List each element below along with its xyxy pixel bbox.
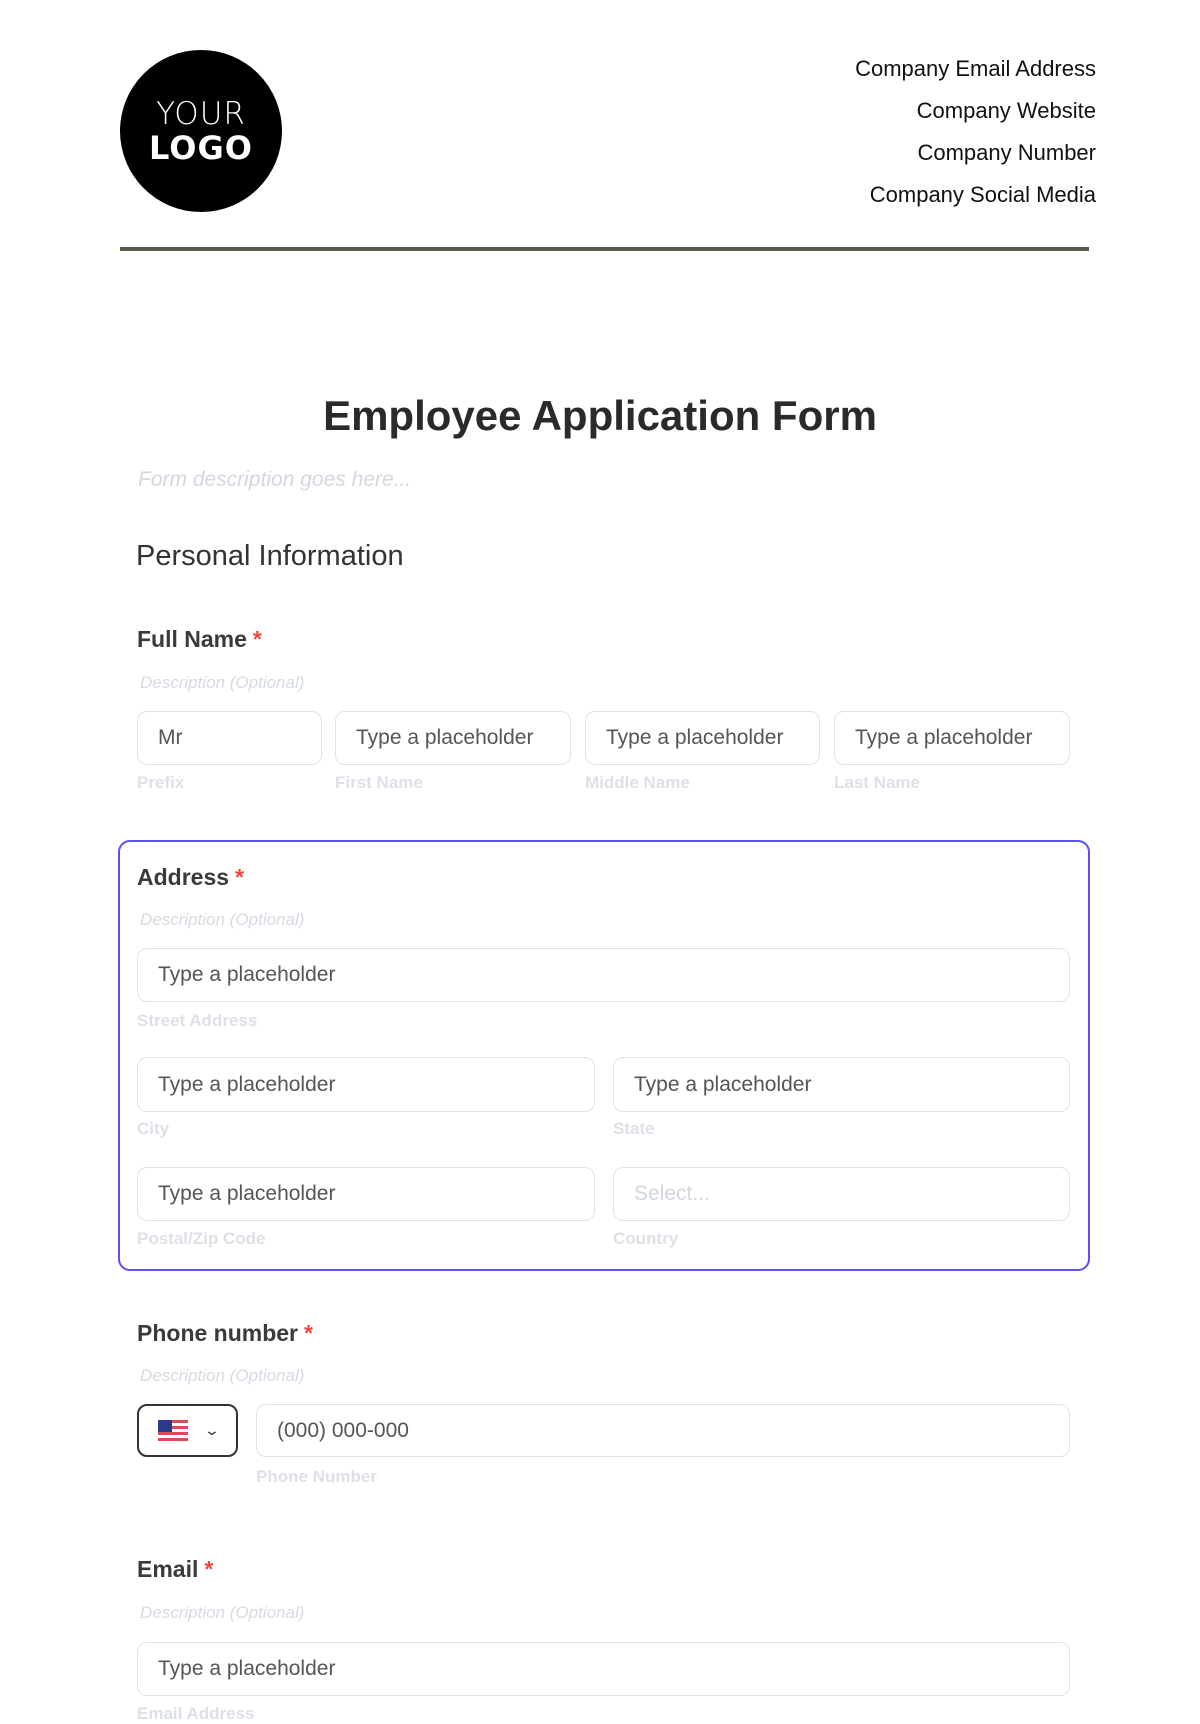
email-sublabel: Email Address bbox=[137, 1704, 255, 1723]
required-marker: * bbox=[252, 626, 262, 652]
country-select[interactable]: Select... bbox=[613, 1167, 1070, 1221]
full-name-description: Description (Optional) bbox=[140, 673, 305, 692]
first-name-input[interactable]: Type a placeholder bbox=[335, 711, 571, 765]
postal-code-sublabel: Postal/Zip Code bbox=[137, 1229, 266, 1248]
middle-name-sublabel: Middle Name bbox=[585, 773, 690, 792]
prefix-sublabel: Prefix bbox=[137, 773, 185, 792]
email-description: Description (Optional) bbox=[140, 1603, 305, 1622]
first-name-sublabel: First Name bbox=[335, 773, 423, 792]
phone-number-sublabel: Phone Number bbox=[256, 1467, 377, 1486]
last-name-input[interactable]: Type a placeholder bbox=[834, 711, 1070, 765]
form-description[interactable]: Form description goes here... bbox=[138, 468, 411, 492]
street-address-sublabel: Street Address bbox=[137, 1011, 258, 1030]
middle-name-input[interactable]: Type a placeholder bbox=[585, 711, 820, 765]
prefix-input[interactable]: Mr bbox=[137, 711, 322, 765]
company-logo: YOUR LOGO bbox=[120, 50, 282, 212]
country-code-dropdown[interactable]: ⌄ bbox=[137, 1404, 238, 1457]
state-sublabel: State bbox=[613, 1119, 655, 1138]
us-flag-icon bbox=[157, 1419, 188, 1442]
company-email: Company Email Address bbox=[855, 56, 1096, 81]
city-sublabel: City bbox=[137, 1119, 170, 1138]
logo-line2: LOGO bbox=[149, 128, 253, 167]
street-address-input[interactable]: Type a placeholder bbox=[137, 948, 1070, 1002]
company-number: Company Number bbox=[917, 140, 1096, 165]
phone-label: Phone number * bbox=[137, 1320, 313, 1347]
form-title: Employee Application Form bbox=[323, 392, 877, 439]
section-title: Personal Information bbox=[136, 540, 404, 572]
address-label: Address * bbox=[137, 864, 244, 891]
company-social: Company Social Media bbox=[869, 182, 1096, 207]
country-sublabel: Country bbox=[613, 1229, 679, 1248]
address-label-text: Address bbox=[137, 864, 230, 890]
chevron-down-icon: ⌄ bbox=[203, 1422, 220, 1438]
full-name-label-text: Full Name bbox=[137, 626, 247, 652]
phone-number-input[interactable]: (000) 000-000 bbox=[256, 1404, 1070, 1457]
email-label: Email * bbox=[137, 1556, 213, 1583]
last-name-sublabel: Last Name bbox=[834, 773, 920, 792]
email-input[interactable]: Type a placeholder bbox=[137, 1642, 1070, 1696]
address-description: Description (Optional) bbox=[140, 910, 305, 929]
required-marker: * bbox=[204, 1556, 214, 1582]
phone-description: Description (Optional) bbox=[140, 1366, 305, 1385]
city-input[interactable]: Type a placeholder bbox=[137, 1057, 595, 1112]
required-marker: * bbox=[304, 1320, 313, 1346]
state-input[interactable]: Type a placeholder bbox=[613, 1057, 1070, 1112]
company-website: Company Website bbox=[916, 98, 1096, 123]
required-marker: * bbox=[235, 864, 244, 890]
email-label-text: Email bbox=[137, 1556, 199, 1582]
header-divider bbox=[120, 247, 1089, 251]
company-info: Company Email Address Company Website Co… bbox=[855, 54, 1096, 222]
phone-label-text: Phone number bbox=[137, 1320, 299, 1346]
postal-code-input[interactable]: Type a placeholder bbox=[137, 1167, 595, 1221]
logo-line1: YOUR bbox=[156, 95, 246, 132]
full-name-label: Full Name * bbox=[137, 626, 262, 653]
